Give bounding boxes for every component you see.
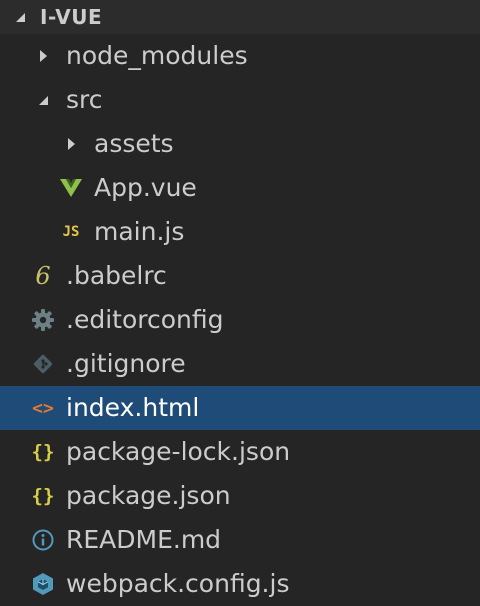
tree-item-gitignore[interactable]: .gitignore (0, 342, 480, 386)
tree-item-label: index.html (66, 393, 200, 422)
info-icon (30, 526, 56, 554)
tree-item-label: package.json (66, 481, 231, 510)
javascript-icon: JS (62, 224, 80, 240)
tree-item-label: package-lock.json (66, 437, 291, 466)
section-title: I-VUE (40, 5, 103, 29)
git-icon (30, 350, 56, 378)
tree-item-label: src (66, 85, 103, 114)
gear-icon (30, 306, 56, 334)
tree-item-readme-md[interactable]: README.md (0, 518, 480, 562)
file-explorer: I-VUE node_modules src assets App.vue JS… (0, 0, 480, 606)
json-icon: {} (31, 485, 55, 507)
tree-item-app-vue[interactable]: App.vue (0, 166, 480, 210)
tree-item-package-json[interactable]: {} package.json (0, 474, 480, 518)
tree-item-package-lock-json[interactable]: {} package-lock.json (0, 430, 480, 474)
tree-item-label: main.js (94, 217, 185, 246)
chevron-right-icon[interactable] (58, 130, 84, 158)
html-icon: <> (32, 397, 54, 419)
tree-item-editorconfig[interactable]: .editorconfig (0, 298, 480, 342)
tree-item-label: README.md (66, 525, 222, 554)
tree-item-assets[interactable]: assets (0, 122, 480, 166)
tree-item-label: webpack.config.js (66, 569, 290, 598)
tree-item-label: .gitignore (66, 349, 186, 378)
babel-icon: 6 (35, 262, 51, 290)
tree-item-babelrc[interactable]: 6 .babelrc (0, 254, 480, 298)
webpack-icon (30, 570, 56, 598)
chevron-down-icon[interactable] (14, 11, 28, 23)
explorer-section-header[interactable]: I-VUE (0, 0, 480, 34)
chevron-down-icon[interactable] (30, 86, 56, 114)
tree-item-webpack-config-js[interactable]: webpack.config.js (0, 562, 480, 606)
json-icon: {} (31, 441, 55, 463)
tree-item-main-js[interactable]: JS main.js (0, 210, 480, 254)
tree-item-label: .babelrc (66, 261, 167, 290)
tree-item-label: App.vue (94, 173, 197, 202)
tree-item-label: .editorconfig (66, 305, 224, 334)
tree-item-label: node_modules (66, 41, 248, 70)
vue-icon (58, 174, 84, 202)
tree-item-node-modules[interactable]: node_modules (0, 34, 480, 78)
chevron-right-icon[interactable] (30, 42, 56, 70)
tree-item-label: assets (94, 129, 174, 158)
tree-item-index-html[interactable]: <> index.html (0, 386, 480, 430)
tree-item-src[interactable]: src (0, 78, 480, 122)
